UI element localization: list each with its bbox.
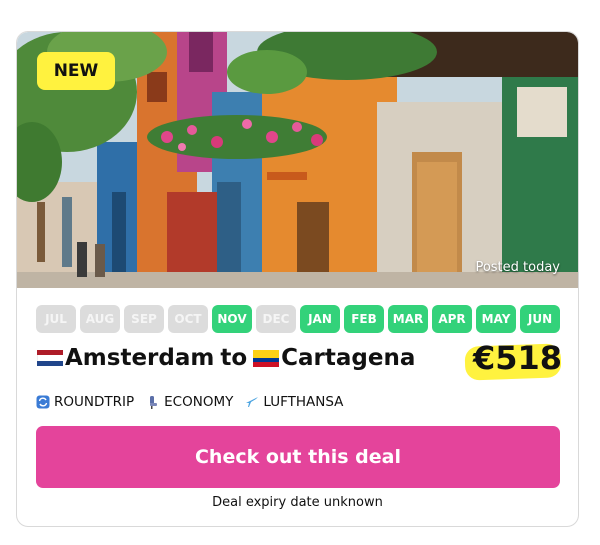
check-deal-button[interactable]: Check out this deal	[36, 426, 560, 488]
new-badge: NEW	[37, 52, 115, 90]
cabin-tag: ECONOMY	[146, 394, 233, 410]
month-availability: JUL AUG SEP OCT NOV DEC JAN FEB MAR APR …	[36, 305, 560, 333]
deal-card[interactable]: NEW Posted today JUL AUG SEP OCT NOV DEC…	[16, 31, 579, 527]
month-pill: JUL	[36, 305, 76, 333]
month-pill: AUG	[80, 305, 120, 333]
month-pill: MAR	[388, 305, 428, 333]
month-pill: OCT	[168, 305, 208, 333]
destination-city: Cartagena	[281, 345, 416, 371]
colombia-flag-icon	[253, 349, 280, 367]
trip-type-label: ROUNDTRIP	[54, 394, 135, 410]
route-title: Amsterdam to Cartagena	[37, 345, 415, 371]
month-pill: JUN	[520, 305, 560, 333]
origin-city: Amsterdam	[65, 345, 215, 371]
destination-photo: NEW Posted today	[17, 32, 578, 288]
price: €518	[472, 339, 562, 377]
month-pill: APR	[432, 305, 472, 333]
route-connector: to	[220, 345, 248, 371]
month-pill: JAN	[300, 305, 340, 333]
seat-icon	[150, 396, 158, 409]
expiry-note: Deal expiry date unknown	[212, 495, 383, 510]
airline-label: LUFTHANSA	[263, 394, 344, 410]
deal-tags: ROUNDTRIP ECONOMY LUFTHANSA	[36, 394, 343, 410]
netherlands-flag-icon	[37, 349, 64, 367]
airline-tag: LUFTHANSA	[245, 394, 343, 410]
cabin-label: ECONOMY	[164, 394, 234, 410]
roundtrip-icon	[36, 395, 50, 409]
trip-type-tag: ROUNDTRIP	[36, 394, 134, 410]
month-pill: NOV	[212, 305, 252, 333]
plane-icon	[246, 397, 259, 407]
month-pill: SEP	[124, 305, 164, 333]
posted-label: Posted today	[475, 260, 560, 275]
month-pill: MAY	[476, 305, 516, 333]
month-pill: DEC	[256, 305, 296, 333]
price-block: €518	[464, 339, 562, 381]
month-pill: FEB	[344, 305, 384, 333]
